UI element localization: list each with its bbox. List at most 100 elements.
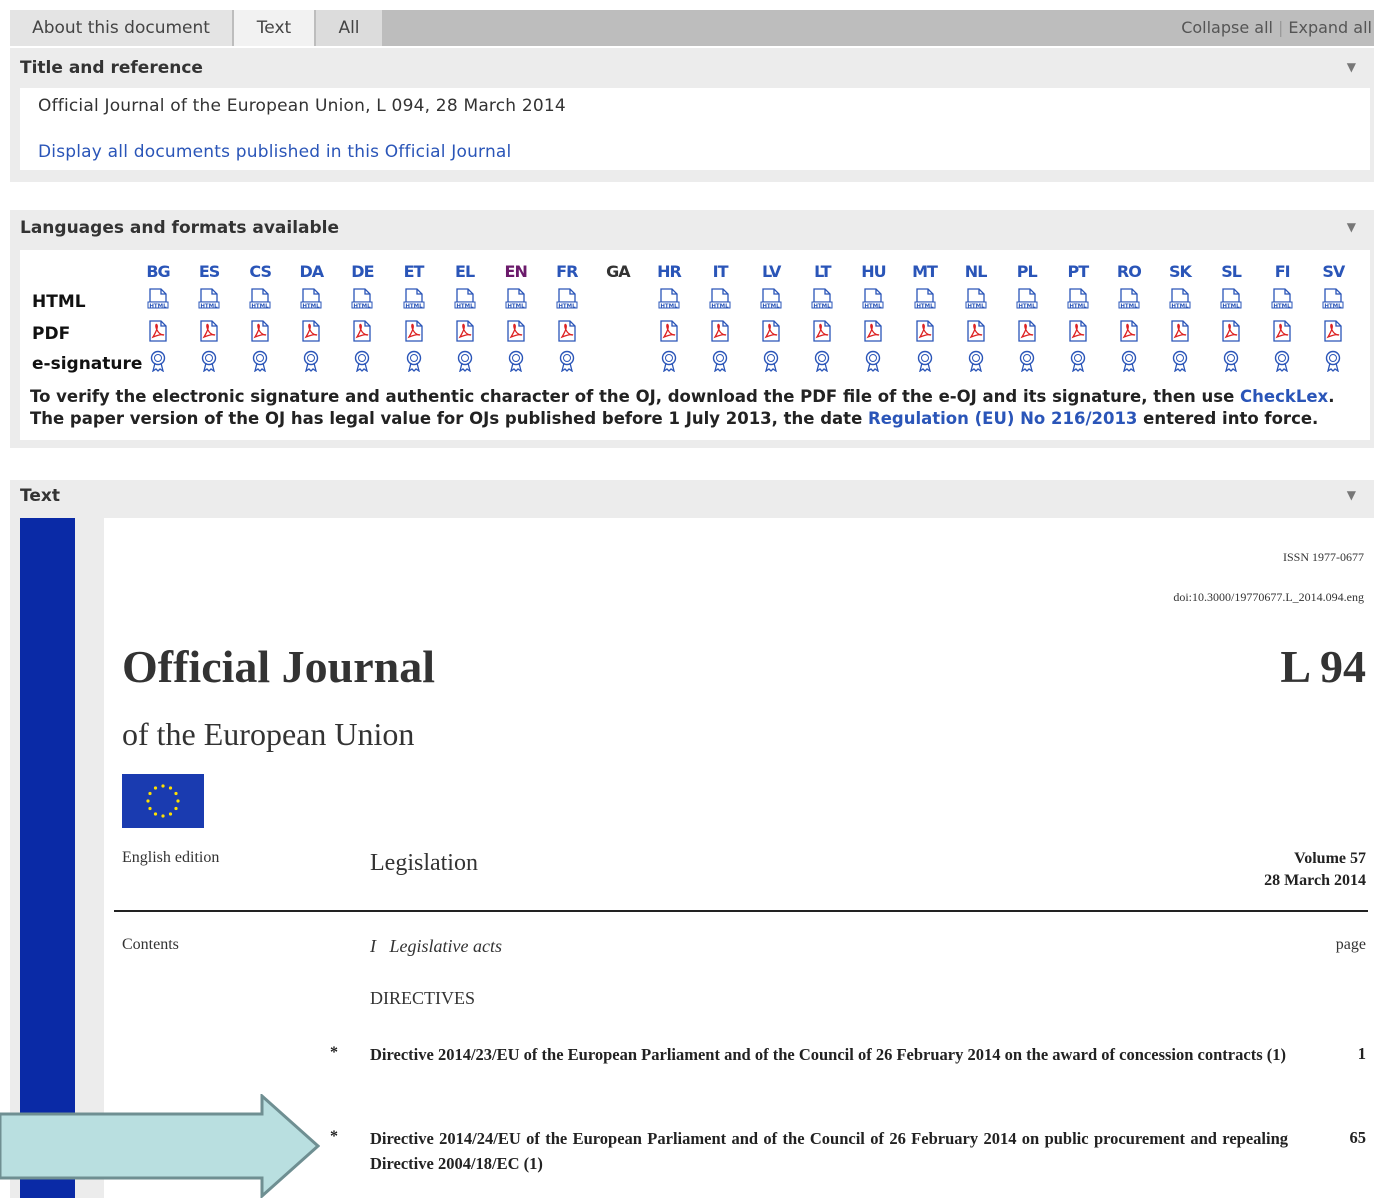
pdf-hu-icon[interactable] [862, 320, 884, 342]
tab-text[interactable]: Text [234, 10, 314, 46]
esignature-hu-icon[interactable] [862, 350, 884, 373]
pdf-nl-icon[interactable] [965, 320, 987, 342]
language-de[interactable]: DE [342, 262, 382, 281]
esignature-nl-icon[interactable] [965, 350, 987, 373]
esignature-fi-icon[interactable] [1271, 350, 1293, 373]
pdf-lv-icon[interactable] [760, 320, 782, 342]
html-hu-icon[interactable]: HTML [862, 288, 884, 310]
esignature-da-icon[interactable] [300, 350, 322, 373]
language-it[interactable]: IT [700, 262, 740, 281]
html-lt-icon[interactable]: HTML [811, 288, 833, 310]
language-bg[interactable]: BG [138, 262, 178, 281]
language-mt[interactable]: MT [905, 262, 945, 281]
html-ro-icon[interactable]: HTML [1118, 288, 1140, 310]
pdf-pt-icon[interactable] [1067, 320, 1089, 342]
collapse-all-link[interactable]: Collapse all [1181, 18, 1273, 37]
pdf-bg-icon[interactable] [147, 320, 169, 342]
pdf-en-icon[interactable] [505, 320, 527, 342]
language-pt[interactable]: PT [1058, 262, 1098, 281]
regulation-link[interactable]: Regulation (EU) No 216/2013 [868, 409, 1137, 428]
checklex-link[interactable]: CheckLex [1240, 387, 1328, 406]
html-lv-icon[interactable]: HTML [760, 288, 782, 310]
esignature-lv-icon[interactable] [760, 350, 782, 373]
pdf-et-icon[interactable] [403, 320, 425, 342]
html-el-icon[interactable]: HTML [454, 288, 476, 310]
html-et-icon[interactable]: HTML [403, 288, 425, 310]
pdf-cs-icon[interactable] [249, 320, 271, 342]
html-hr-icon[interactable]: HTML [658, 288, 680, 310]
pdf-de-icon[interactable] [351, 320, 373, 342]
pdf-pl-icon[interactable] [1016, 320, 1038, 342]
pdf-lt-icon[interactable] [811, 320, 833, 342]
html-sk-icon[interactable]: HTML [1169, 288, 1191, 310]
pdf-fi-icon[interactable] [1271, 320, 1293, 342]
language-fi[interactable]: FI [1262, 262, 1302, 281]
language-sk[interactable]: SK [1160, 262, 1200, 281]
chevron-down-icon[interactable]: ▼ [1347, 60, 1356, 74]
language-hr[interactable]: HR [649, 262, 689, 281]
html-pt-icon[interactable]: HTML [1067, 288, 1089, 310]
language-lt[interactable]: LT [802, 262, 842, 281]
html-fr-icon[interactable]: HTML [556, 288, 578, 310]
language-hu[interactable]: HU [853, 262, 893, 281]
pdf-ro-icon[interactable] [1118, 320, 1140, 342]
pdf-it-icon[interactable] [709, 320, 731, 342]
language-sl[interactable]: SL [1211, 262, 1251, 281]
language-cs[interactable]: CS [240, 262, 280, 281]
text-heading[interactable]: Text [20, 486, 60, 506]
pdf-es-icon[interactable] [198, 320, 220, 342]
directive-link[interactable]: Directive 2014/23/EU of the European Par… [370, 1042, 1288, 1067]
pdf-sv-icon[interactable] [1322, 320, 1344, 342]
html-nl-icon[interactable]: HTML [965, 288, 987, 310]
esignature-sl-icon[interactable] [1220, 350, 1242, 373]
pdf-sk-icon[interactable] [1169, 320, 1191, 342]
html-it-icon[interactable]: HTML [709, 288, 731, 310]
esignature-mt-icon[interactable] [914, 350, 936, 373]
html-de-icon[interactable]: HTML [351, 288, 373, 310]
esignature-et-icon[interactable] [403, 350, 425, 373]
language-sv[interactable]: SV [1313, 262, 1353, 281]
html-cs-icon[interactable]: HTML [249, 288, 271, 310]
html-bg-icon[interactable]: HTML [147, 288, 169, 310]
esignature-bg-icon[interactable] [147, 350, 169, 373]
esignature-en-icon[interactable] [505, 350, 527, 373]
esignature-el-icon[interactable] [454, 350, 476, 373]
language-da[interactable]: DA [291, 262, 331, 281]
language-lv[interactable]: LV [751, 262, 791, 281]
language-fr[interactable]: FR [547, 262, 587, 281]
chevron-down-icon[interactable]: ▼ [1347, 220, 1356, 234]
language-el[interactable]: EL [445, 262, 485, 281]
esignature-it-icon[interactable] [709, 350, 731, 373]
html-pl-icon[interactable]: HTML [1016, 288, 1038, 310]
language-en[interactable]: EN [496, 262, 536, 281]
html-sl-icon[interactable]: HTML [1220, 288, 1242, 310]
tab-about-document[interactable]: About this document [10, 10, 232, 46]
pdf-mt-icon[interactable] [914, 320, 936, 342]
esignature-hr-icon[interactable] [658, 350, 680, 373]
language-pl[interactable]: PL [1007, 262, 1047, 281]
html-sv-icon[interactable]: HTML [1322, 288, 1344, 310]
esignature-cs-icon[interactable] [249, 350, 271, 373]
languages-heading[interactable]: Languages and formats available [20, 218, 339, 238]
esignature-ro-icon[interactable] [1118, 350, 1140, 373]
language-ro[interactable]: RO [1109, 262, 1149, 281]
language-es[interactable]: ES [189, 262, 229, 281]
chevron-down-icon[interactable]: ▼ [1347, 488, 1356, 502]
language-et[interactable]: ET [394, 262, 434, 281]
language-nl[interactable]: NL [956, 262, 996, 281]
expand-all-link[interactable]: Expand all [1288, 18, 1372, 37]
pdf-sl-icon[interactable] [1220, 320, 1242, 342]
esignature-sv-icon[interactable] [1322, 350, 1344, 373]
title-reference-heading[interactable]: Title and reference [20, 58, 203, 78]
html-es-icon[interactable]: HTML [198, 288, 220, 310]
esignature-fr-icon[interactable] [556, 350, 578, 373]
pdf-hr-icon[interactable] [658, 320, 680, 342]
tab-all[interactable]: All [316, 10, 382, 46]
display-all-documents-link[interactable]: Display all documents published in this … [38, 142, 511, 162]
esignature-sk-icon[interactable] [1169, 350, 1191, 373]
esignature-pt-icon[interactable] [1067, 350, 1089, 373]
html-fi-icon[interactable]: HTML [1271, 288, 1293, 310]
pdf-da-icon[interactable] [300, 320, 322, 342]
pdf-fr-icon[interactable] [556, 320, 578, 342]
esignature-es-icon[interactable] [198, 350, 220, 373]
